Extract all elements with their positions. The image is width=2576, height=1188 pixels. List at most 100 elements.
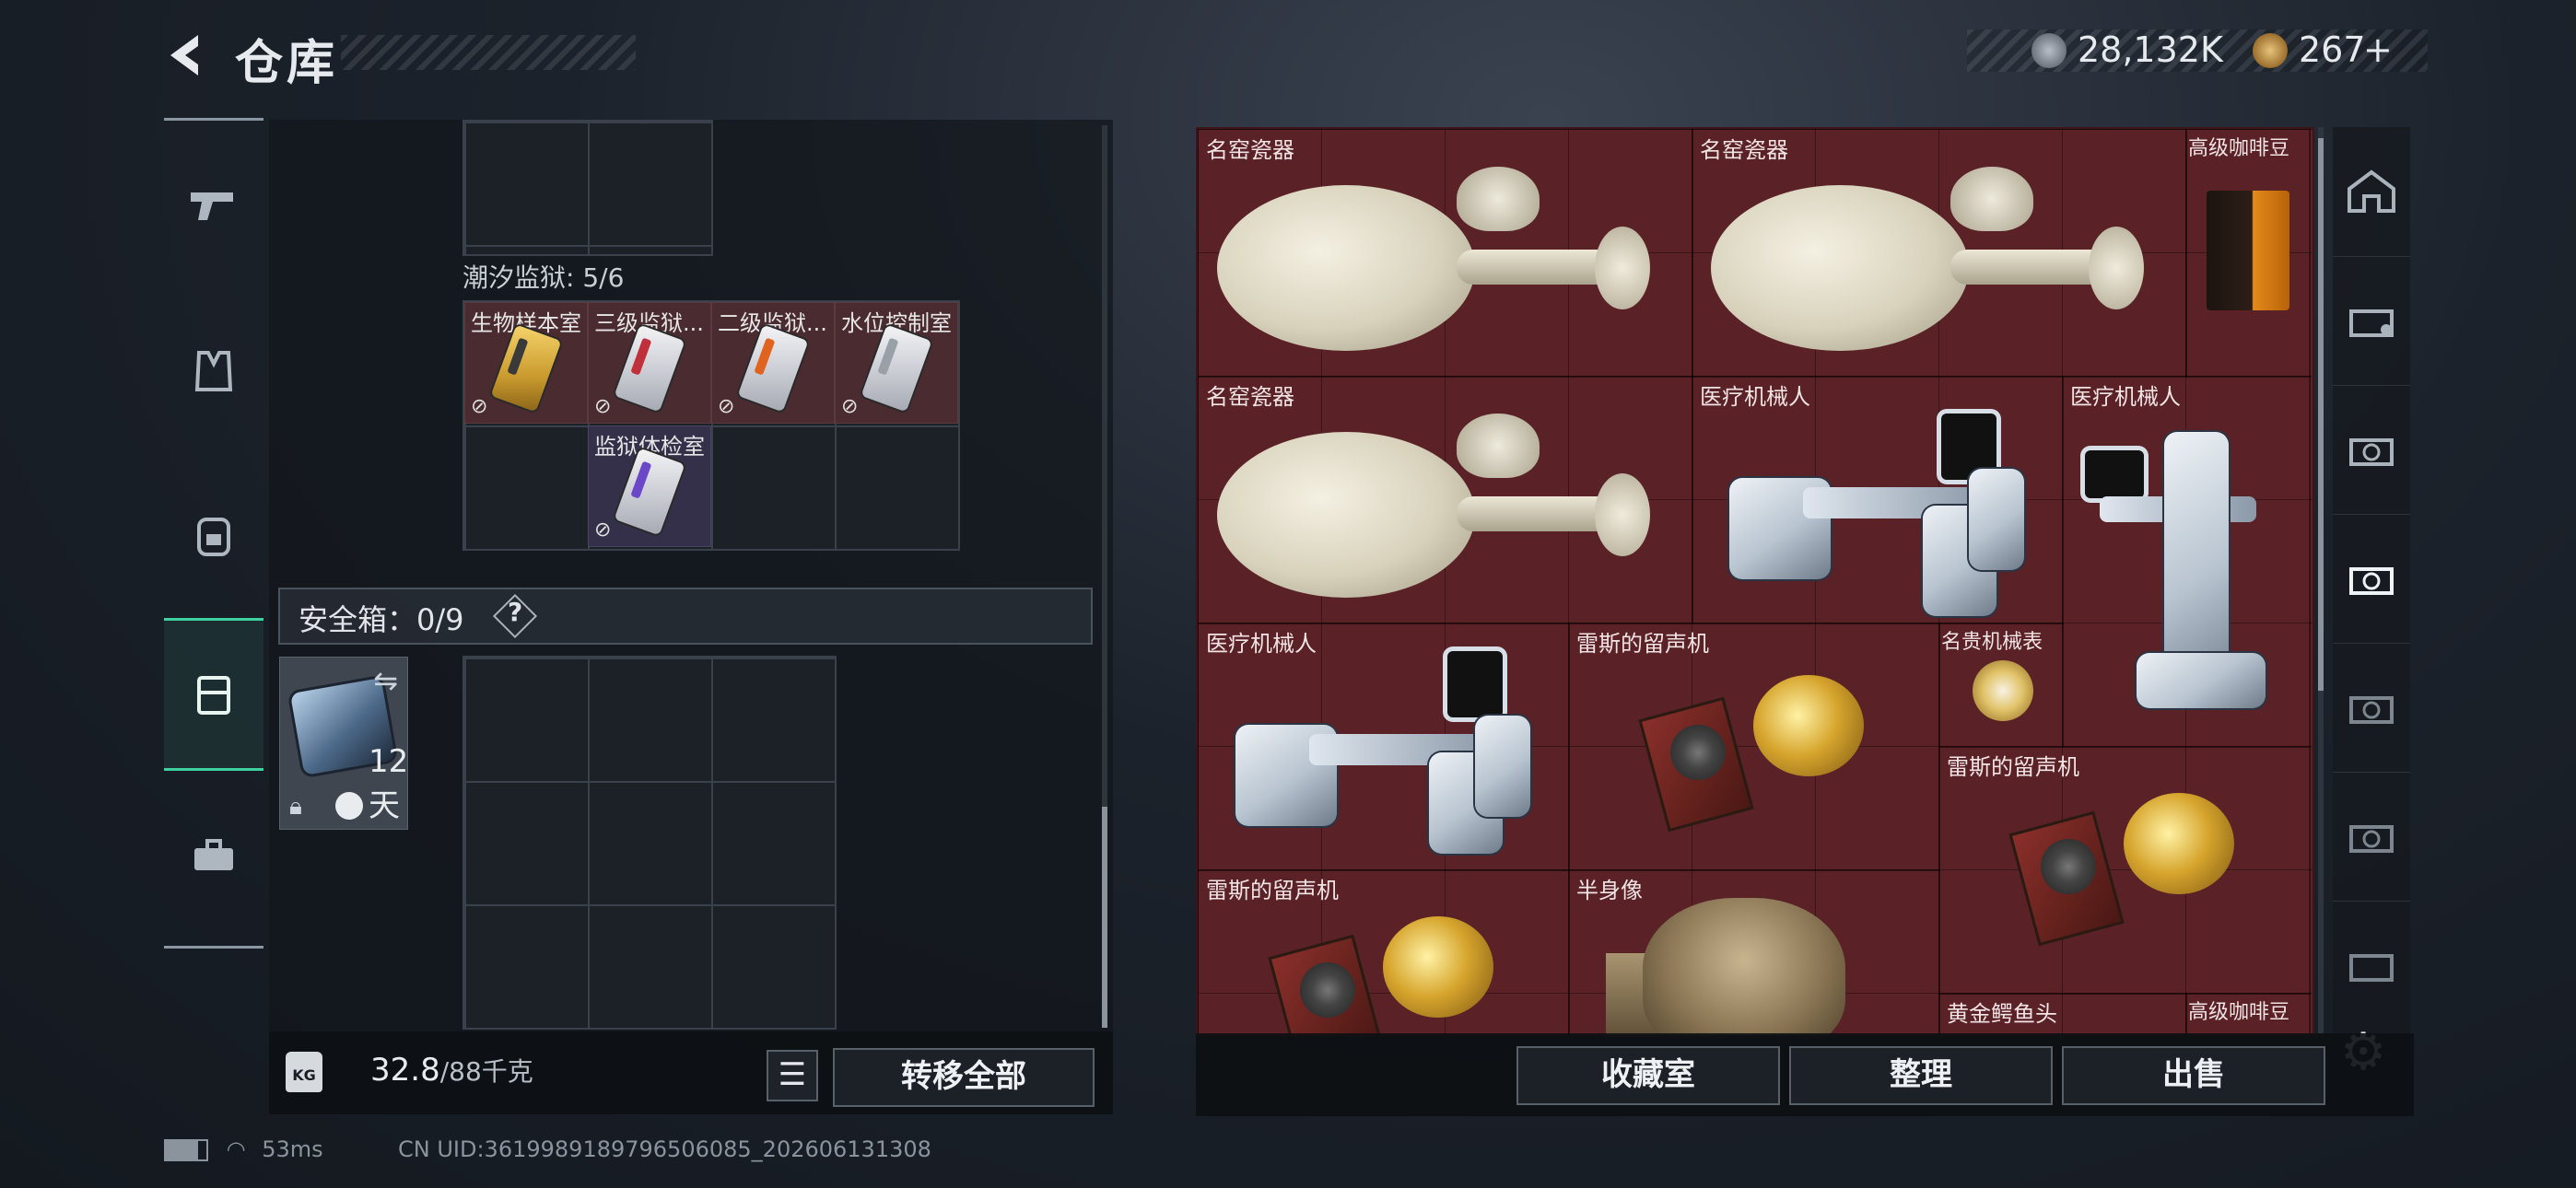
keycard-section-label: 潮汐监狱: 5/6 [463, 262, 625, 293]
item-label: 医疗机械人 [1206, 631, 1317, 657]
item-phonograph[interactable]: 雷斯的留声机 [1198, 869, 1570, 1035]
title-decoration [341, 35, 636, 70]
keycard-icon [614, 324, 685, 413]
system-status: ◠ 53ms [164, 1136, 323, 1162]
back-button[interactable] [161, 28, 217, 83]
tab-storage-2[interactable] [2333, 385, 2410, 515]
tab-storage-3[interactable] [2333, 514, 2410, 644]
tab-storage-1[interactable] [2333, 256, 2410, 386]
inventory-scroll-thumb[interactable] [1102, 807, 1107, 1028]
storage-box-icon [2349, 309, 2394, 337]
no-transfer-icon: ⊘ [594, 518, 612, 542]
coin-icon [2032, 33, 2067, 68]
no-transfer-icon: ⊘ [718, 395, 735, 418]
add-currency-button[interactable]: + [2363, 29, 2393, 70]
transfer-all-button[interactable]: 转移全部 [833, 1048, 1095, 1107]
safe-box-grid[interactable] [463, 656, 837, 1030]
weight-current: 32.8 [370, 1052, 440, 1089]
nav-safe-case[interactable] [164, 618, 263, 771]
keycard-slot[interactable]: 三级监狱... ⊘ [588, 302, 711, 424]
keycard-icon [737, 324, 809, 413]
back-arrow-icon [170, 35, 198, 76]
inventory-footer: KG 32.8/88千克 ☰ 转移全部 [269, 1031, 1113, 1114]
vest-icon [194, 351, 233, 391]
item-gold-crocodile[interactable]: 黄金鳄鱼头 [1938, 993, 2187, 1035]
help-label[interactable]: ? [508, 597, 522, 627]
tab-storage-5[interactable] [2333, 772, 2410, 902]
storage-tabs [2333, 127, 2410, 1033]
wifi-icon: ◠ [226, 1136, 246, 1162]
keycard-icon [861, 324, 932, 413]
keycard-icon [614, 448, 685, 536]
page-title: 仓库 [235, 36, 339, 91]
keycard-slot[interactable]: 二级监狱... ⊘ [711, 302, 835, 424]
safe-box-item[interactable]: ⇋ 🔒︎ 12天 [279, 657, 408, 830]
tab-storage-all[interactable] [2333, 127, 2410, 257]
no-transfer-icon: ⊘ [471, 395, 488, 418]
sort-button[interactable]: 整理 [1789, 1046, 2053, 1105]
premium-coin-icon [2253, 33, 2288, 68]
storage-box-icon [2349, 825, 2394, 853]
item-label: 高级咖啡豆 [2188, 1001, 2290, 1024]
nav-armor[interactable] [164, 297, 263, 445]
item-label: 高级咖啡豆 [2188, 137, 2290, 160]
keycard-slot[interactable]: 监狱体检室 ⊘ [588, 425, 711, 547]
storage-scroll-thumb[interactable] [2318, 138, 2324, 691]
no-transfer-icon: ⊘ [594, 395, 612, 418]
keycard-slot[interactable]: 水位控制室 ⊘ [835, 302, 958, 424]
inventory-panel: 潮汐监狱: 5/6 生物样本室 ⊘ 三级监狱... ⊘ 二级监狱... ⊘ 水位… [269, 120, 1113, 1031]
item-medical-robot[interactable]: 医疗机械人 [2062, 376, 2311, 748]
item-label: 名窑瓷器 [1206, 137, 1294, 163]
item-coffee[interactable]: 高级咖啡豆 [2185, 993, 2311, 1035]
item-label: 雷斯的留声机 [1576, 631, 1709, 657]
nav-toolbox[interactable] [164, 782, 263, 929]
weight-readout: 32.8/88千克 [370, 1052, 533, 1089]
collection-room-button[interactable]: 收藏室 [1516, 1046, 1780, 1105]
item-porcelain[interactable]: 名窑瓷器 [1198, 376, 1693, 624]
keycard-icon [490, 324, 562, 413]
nav-backpack[interactable] [164, 461, 263, 609]
item-label: 黄金鳄鱼头 [1947, 1001, 2057, 1027]
item-bust[interactable]: 半身像 [1568, 869, 1940, 1035]
nav-weapons[interactable] [164, 132, 263, 279]
storage-box-icon [2349, 438, 2394, 466]
clock-icon [335, 792, 363, 820]
item-coffee[interactable]: 高级咖啡豆 [2185, 129, 2311, 378]
item-label: 医疗机械人 [1700, 384, 1810, 410]
item-medical-robot[interactable]: 医疗机械人 [1692, 376, 2064, 624]
item-porcelain[interactable]: 名窑瓷器 [1198, 129, 1693, 378]
tab-storage-4[interactable] [2333, 643, 2410, 773]
storage-footer: 收藏室 整理 出售 [1196, 1033, 2414, 1116]
storage-box-icon [2349, 696, 2394, 724]
keycard-slot[interactable]: 生物样本室 ⊘ [464, 302, 588, 424]
watch-icon [1973, 660, 2033, 721]
toolbox-icon [194, 839, 233, 870]
storage-box-icon [2349, 567, 2394, 595]
item-porcelain[interactable]: 名窑瓷器 [1692, 129, 2187, 378]
swap-icon[interactable]: ⇋ [373, 663, 398, 698]
coffee-bag-icon [2207, 191, 2289, 310]
item-label: 雷斯的留声机 [1947, 754, 2079, 780]
user-uid: CN UID:3619989189796506085_202606131308 [398, 1136, 931, 1162]
sell-button[interactable]: 出售 [2062, 1046, 2325, 1105]
tab-storage-6[interactable] [2333, 901, 2410, 1030]
item-phonograph[interactable]: 雷斯的留声机 [1568, 623, 1940, 871]
item-medical-robot[interactable]: 医疗机械人 [1198, 623, 1570, 871]
storage-box-icon [2349, 954, 2394, 982]
left-nav [164, 118, 263, 949]
item-watch[interactable]: 名贵机械表 [1938, 623, 2064, 748]
weight-max: /88千克 [439, 1056, 533, 1087]
currency-bar: 28,132K 267 + [1967, 29, 2428, 72]
currency-secondary: 267 [2299, 29, 2366, 70]
safe-case-icon [197, 676, 230, 715]
item-label: 名窑瓷器 [1206, 384, 1294, 410]
lock-icon: 🔒︎ [289, 793, 302, 821]
safe-box-remaining-days: 12天 [369, 743, 409, 824]
item-phonograph[interactable]: 雷斯的留声机 [1938, 746, 2311, 995]
no-transfer-icon: ⊘ [841, 395, 859, 418]
storage-panel: 名窑瓷器 名窑瓷器 高级咖啡豆 名窑瓷器 医疗机械人 医疗机械人 医疗机械人 雷… [1196, 127, 2314, 1037]
pistol-icon [191, 192, 233, 220]
weight-icon: KG [286, 1052, 322, 1092]
list-view-button[interactable]: ☰ [767, 1050, 818, 1101]
safe-box-capacity: 安全箱：0/9 [299, 602, 464, 637]
